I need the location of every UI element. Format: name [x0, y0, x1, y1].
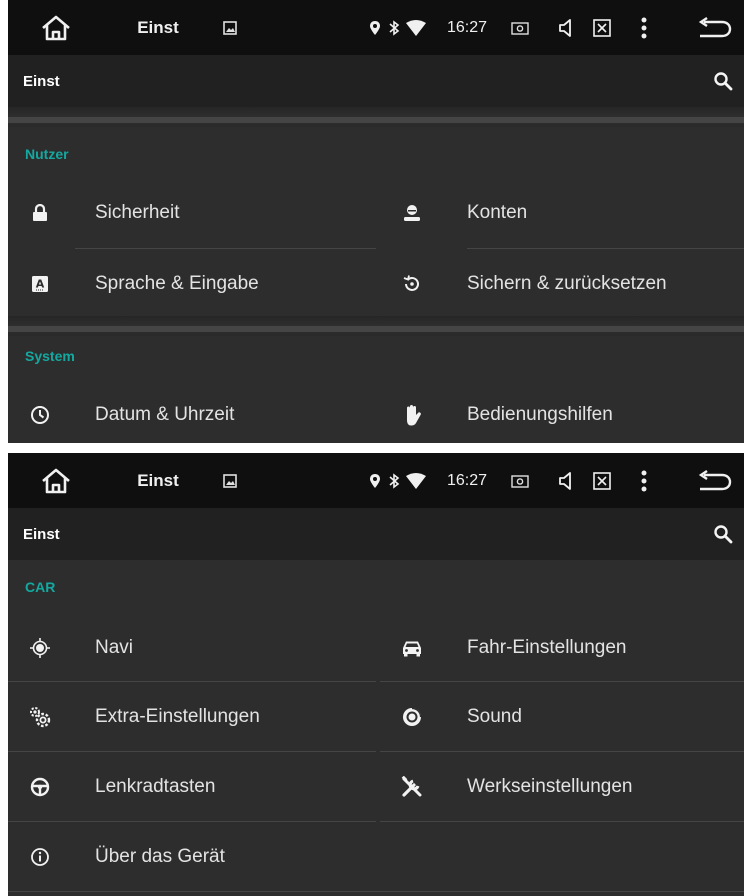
app-toolbar: Einst: [8, 508, 744, 560]
home-icon[interactable]: [36, 0, 76, 55]
settings-screen-top: Einst 16:27 Einst Nutzer Sicherheit Kont…: [8, 0, 744, 443]
screenshot-icon[interactable]: [508, 0, 532, 55]
setting-item-lenkrad[interactable]: Lenkradtasten: [8, 753, 376, 821]
setting-label: Datum & Uhrzeit: [95, 404, 235, 425]
app-toolbar: Einst: [8, 55, 744, 107]
row-divider: [8, 821, 376, 822]
section-divider: [8, 316, 744, 336]
setting-item-werks[interactable]: Werkseinstellungen: [380, 753, 744, 821]
steering-wheel-icon: [8, 753, 72, 821]
close-window-icon[interactable]: [589, 0, 615, 55]
setting-item-navi[interactable]: Navi: [8, 614, 376, 682]
back-icon[interactable]: [692, 453, 736, 508]
account-icon: [380, 179, 444, 247]
svg-text:A: A: [36, 278, 45, 291]
section-divider: [8, 107, 744, 127]
category-header-nutzer: Nutzer: [25, 146, 69, 162]
location-icon: [367, 453, 383, 508]
setting-item-sprache[interactable]: A Sprache & Eingabe: [8, 250, 376, 318]
screenshot-icon[interactable]: [508, 453, 532, 508]
row-divider: [8, 681, 376, 682]
volume-icon[interactable]: [553, 0, 579, 55]
status-bar-time: 16:27: [446, 18, 488, 36]
search-icon[interactable]: [710, 68, 736, 94]
clock-icon: [8, 381, 72, 443]
tools-icon: [380, 753, 444, 821]
setting-item-bedienungshilfen[interactable]: Bedienungshilfen: [380, 381, 744, 443]
gears-icon: [8, 683, 72, 751]
setting-label: Lenkradtasten: [95, 776, 216, 797]
settings-screen-bottom: Einst 16:27 Einst CAR Navi Fahr-Einstell…: [8, 453, 744, 896]
toolbar-title: Einst: [23, 525, 60, 543]
setting-label: Sprache & Eingabe: [95, 273, 259, 294]
back-icon[interactable]: [692, 0, 736, 55]
wifi-icon: [405, 0, 427, 55]
setting-label: Über das Gerät: [95, 846, 225, 867]
row-divider: [380, 751, 744, 752]
toolbar-title: Einst: [23, 72, 60, 90]
home-icon[interactable]: [36, 453, 76, 508]
status-bar: Einst 16:27: [8, 453, 744, 508]
status-bar-title: Einst: [137, 470, 179, 490]
close-window-icon[interactable]: [589, 453, 615, 508]
volume-icon[interactable]: [553, 453, 579, 508]
setting-item-fahr[interactable]: Fahr-Einstellungen: [380, 614, 744, 682]
language-icon: A: [8, 250, 72, 318]
search-icon[interactable]: [710, 521, 736, 547]
setting-label: Extra-Einstellungen: [95, 706, 260, 727]
setting-item-sound[interactable]: Sound: [380, 683, 744, 751]
setting-label: Sicherheit: [95, 202, 180, 223]
setting-label: Bedienungshilfen: [467, 404, 613, 425]
setting-item-konten[interactable]: Konten: [380, 179, 744, 247]
restore-icon: [380, 250, 444, 318]
setting-label: Sichern & zurücksetzen: [467, 273, 667, 294]
status-bar-title: Einst: [137, 17, 179, 37]
more-options-icon[interactable]: [634, 0, 654, 55]
gps-icon: [8, 614, 72, 682]
lock-icon: [8, 179, 72, 247]
setting-item-geraet[interactable]: Über das Gerät: [8, 823, 376, 891]
row-divider: [467, 248, 744, 249]
category-header-car: CAR: [25, 579, 56, 595]
setting-item-sicherheit[interactable]: Sicherheit: [8, 179, 376, 247]
setting-label: Navi: [95, 637, 134, 658]
speaker-icon: [380, 683, 444, 751]
image-icon: [220, 453, 240, 508]
setting-label: Konten: [467, 202, 528, 223]
bluetooth-icon: [386, 453, 402, 508]
setting-item-datum[interactable]: Datum & Uhrzeit: [8, 381, 376, 443]
bluetooth-icon: [386, 0, 402, 55]
setting-label: Fahr-Einstellungen: [467, 637, 627, 658]
category-header-system: System: [25, 348, 75, 364]
row-divider: [380, 681, 744, 682]
row-divider: [8, 891, 744, 892]
row-divider: [75, 248, 376, 249]
setting-item-sichern[interactable]: Sichern & zurücksetzen: [380, 250, 744, 318]
status-bar: Einst 16:27: [8, 0, 744, 55]
setting-label: Werkseinstellungen: [467, 776, 633, 797]
location-icon: [367, 0, 383, 55]
more-options-icon[interactable]: [634, 453, 654, 508]
setting-label: Sound: [467, 706, 522, 727]
car-icon: [380, 614, 444, 682]
wifi-icon: [405, 453, 427, 508]
row-divider: [8, 751, 376, 752]
row-divider: [380, 821, 744, 822]
status-bar-time: 16:27: [446, 471, 488, 489]
image-icon: [220, 0, 240, 55]
hand-icon: [380, 381, 444, 443]
info-icon: [8, 823, 72, 891]
setting-item-extra[interactable]: Extra-Einstellungen: [8, 683, 376, 751]
